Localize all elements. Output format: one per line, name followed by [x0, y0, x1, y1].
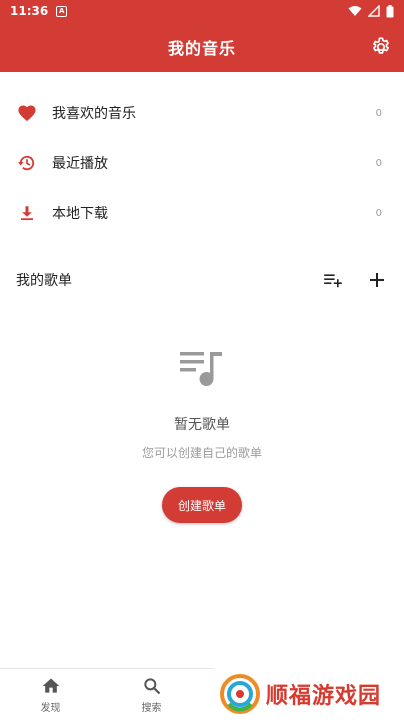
playlist-add-icon	[324, 274, 342, 288]
tab-discover[interactable]: 发现	[0, 669, 101, 720]
section-title: 我的歌单	[16, 273, 72, 289]
tab-label: 发现	[40, 703, 61, 714]
battery-icon	[386, 4, 394, 17]
playlist-music-icon	[180, 352, 222, 386]
wifi-icon	[348, 6, 362, 16]
empty-subtitle: 您可以创建自己的歌单	[141, 446, 262, 460]
empty-state: 暂无歌单 您可以创建自己的歌单 创建歌单	[0, 344, 404, 523]
status-bar: 11:36 A	[0, 0, 404, 22]
create-playlist-plus-button[interactable]	[366, 269, 388, 291]
playlists-header: 我的歌单	[0, 262, 404, 298]
watermark-logo-icon	[220, 674, 260, 714]
menu-item-recent[interactable]: 最近播放 0	[0, 138, 404, 188]
menu-item-label: 最近播放	[52, 156, 108, 172]
app-bar: 我的音乐	[0, 22, 404, 72]
empty-title: 暂无歌单	[174, 417, 230, 433]
watermark-text: 顺福游戏园	[266, 684, 382, 709]
menu-item-downloads[interactable]: 本地下载 0	[0, 188, 404, 238]
home-icon	[42, 678, 59, 693]
heart-icon	[16, 102, 38, 124]
library-menu: 我喜欢的音乐 0 最近播放 0 本地下载 0	[0, 88, 404, 238]
page-title: 我的音乐	[167, 39, 236, 58]
menu-item-label: 我喜欢的音乐	[52, 106, 136, 122]
playlist-actions	[322, 269, 388, 291]
notification-badge: A	[56, 5, 68, 17]
menu-item-count: 0	[375, 157, 382, 169]
menu-item-count: 0	[375, 207, 382, 219]
add-to-playlist-button[interactable]	[322, 269, 344, 291]
history-icon	[16, 152, 38, 174]
tab-search[interactable]: 搜索	[101, 669, 202, 720]
menu-item-favorites[interactable]: 我喜欢的音乐 0	[0, 88, 404, 138]
menu-item-label: 本地下载	[52, 206, 108, 222]
plus-icon	[370, 273, 384, 287]
search-icon	[143, 678, 160, 695]
tab-label: 搜索	[141, 703, 162, 714]
watermark: 顺福游戏园	[214, 668, 404, 720]
status-time: 11:36	[10, 4, 49, 18]
download-icon	[16, 202, 38, 224]
gear-icon[interactable]	[370, 36, 392, 58]
menu-item-count: 0	[375, 107, 382, 119]
signal-icon	[368, 5, 380, 17]
create-playlist-button[interactable]: 创建歌单	[162, 487, 242, 523]
status-icons	[348, 4, 394, 18]
